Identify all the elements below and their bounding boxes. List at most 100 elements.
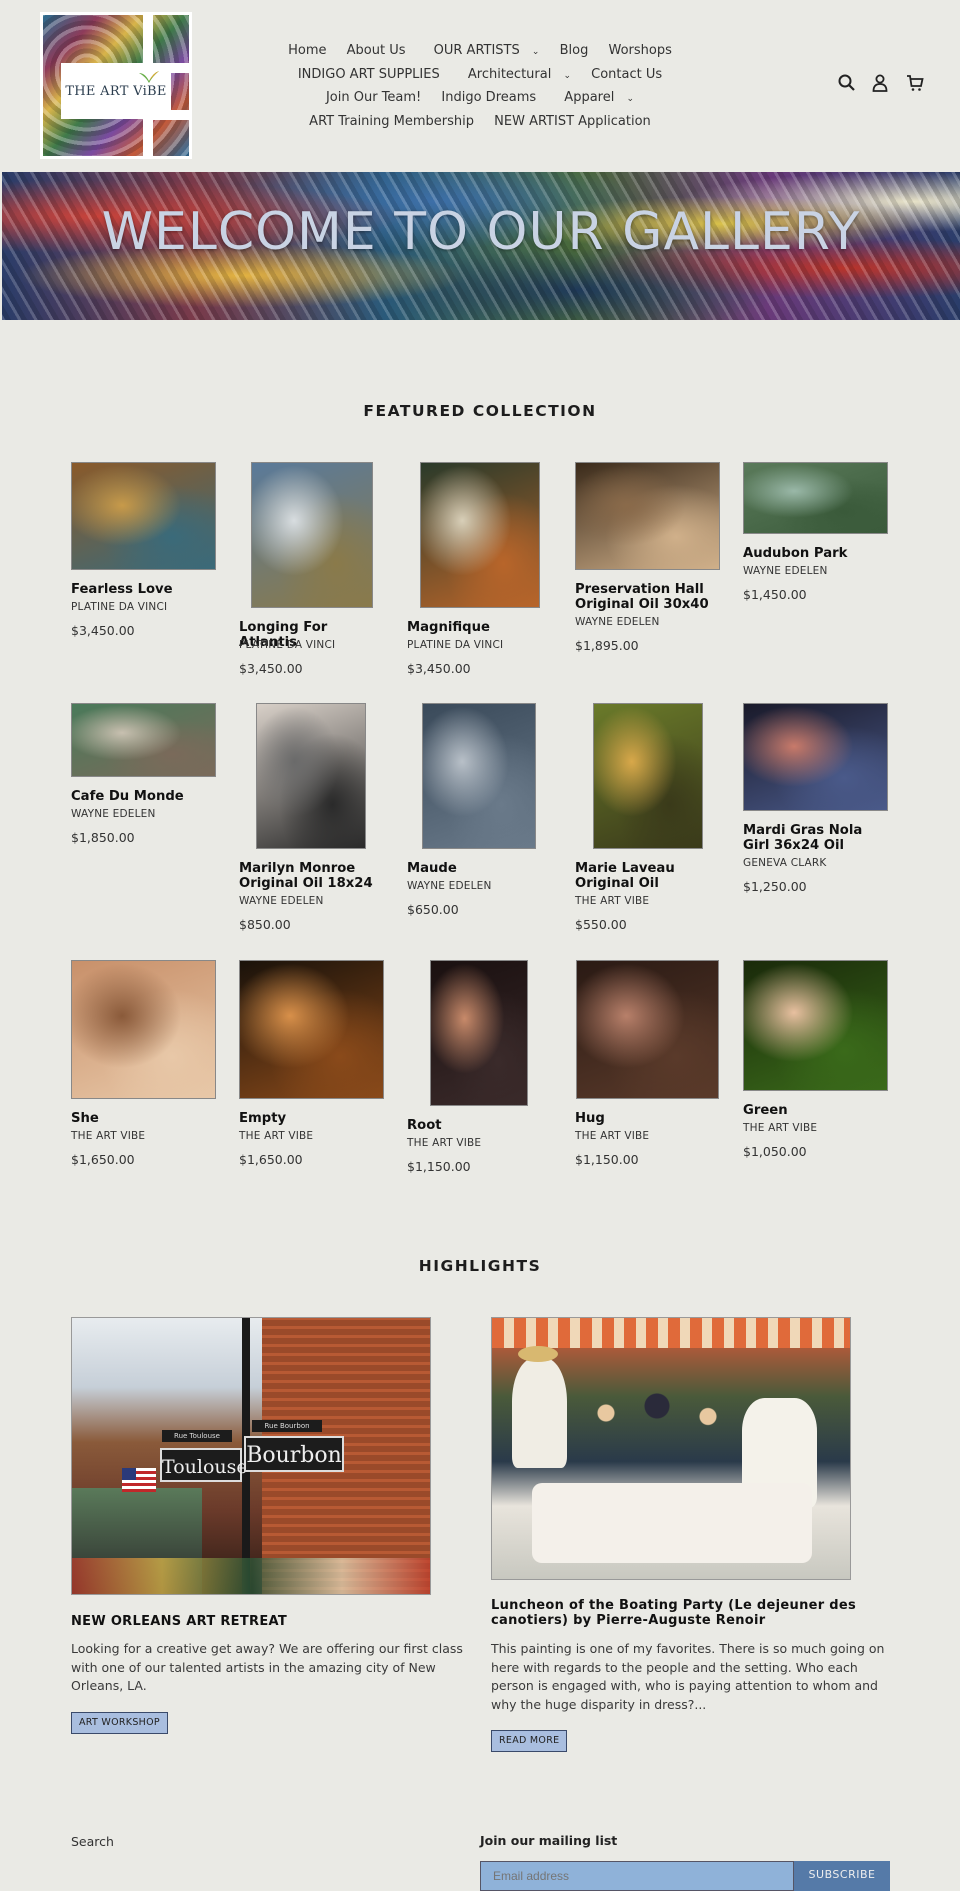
product-title[interactable]: Fearless Love [71,582,221,597]
product-image[interactable] [743,703,888,811]
logo-bird-icon [139,71,159,83]
street-sign-toulouse: Toulouse [160,1448,248,1482]
street-lights [72,1558,430,1594]
product-title[interactable]: Mardi Gras Nola Girl 36x24 Oil [743,823,893,853]
product-title[interactable]: Root [407,1118,557,1133]
hero-banner: WELCOME TO OUR GALLERY [2,172,960,320]
chevron-down-icon: ⌄ [531,47,540,57]
mailing-list-title: Join our mailing list [480,1833,618,1848]
product-price: $650.00 [407,902,459,917]
product-price: $1,450.00 [743,587,807,602]
search-icon[interactable] [838,74,856,92]
product-title[interactable]: She [71,1111,221,1126]
read-more-button[interactable]: READ MORE [491,1730,568,1752]
footer-link-search[interactable]: Search [71,1834,114,1849]
product-vendor: WAYNE EDELEN [407,880,492,892]
product-price: $1,650.00 [239,1152,303,1167]
product-image[interactable] [576,960,719,1099]
product-vendor: PLATINE DA VINCI [407,639,504,651]
product-title[interactable]: Magnifique [407,620,557,635]
nav-item-indigo-dreams[interactable]: Indigo Dreams [441,87,536,110]
product-image[interactable] [420,462,540,608]
nav-item-workshops[interactable]: Worshops [608,40,671,63]
nav-item-contact-us[interactable]: Contact Us [591,64,662,87]
product-vendor: THE ART VIBE [71,1130,146,1142]
email-input[interactable] [480,1861,794,1891]
product-title[interactable]: Audubon Park [743,546,893,561]
product-price: $1,150.00 [407,1159,471,1174]
product-vendor: PLATINE DA VINCI [239,639,336,651]
nav-item-label: OUR ARTISTS [433,43,520,58]
product-title[interactable]: Green [743,1103,893,1118]
nav-item-new-artist-application[interactable]: NEW ARTIST Application [494,111,651,134]
blog-post-title[interactable]: Luncheon of the Boating Party (Le dejeun… [491,1598,891,1628]
blog-post-title[interactable]: NEW ORLEANS ART RETREAT [71,1614,431,1629]
product-vendor: WAYNE EDELEN [575,616,660,628]
blog-post-excerpt: This painting is one of my favorites. Th… [491,1641,885,1712]
product-image[interactable] [743,462,888,534]
art-workshop-button[interactable]: ART WORKSHOP [71,1712,168,1734]
nav-item-join-our-team[interactable]: Join Our Team! [326,87,421,110]
product-image[interactable] [575,462,720,570]
product-image[interactable] [239,960,384,1099]
product-image[interactable] [251,462,373,608]
hat [518,1346,558,1362]
table [532,1483,812,1563]
product-price: $1,650.00 [71,1152,135,1167]
figure [512,1358,567,1468]
product-vendor: WAYNE EDELEN [71,808,156,820]
street-sign-small: Rue Toulouse [162,1430,232,1442]
product-image[interactable] [256,703,366,849]
product-image[interactable] [422,703,536,849]
nav-item-our-artists[interactable]: OUR ARTISTS ⌄ [426,40,540,64]
product-price: $3,450.00 [239,661,303,676]
product-title[interactable]: Hug [575,1111,725,1126]
product-vendor: PLATINE DA VINCI [71,601,168,613]
blog-post-excerpt: Looking for a creative get away? We are … [71,1641,463,1693]
featured-collection-title: FEATURED COLLECTION [363,402,597,420]
product-image[interactable] [430,960,528,1106]
highlights-title: HIGHLIGHTS [418,1257,542,1275]
product-title[interactable]: Marie Laveau Original Oil [575,861,725,891]
product-image[interactable] [71,703,216,777]
product-title[interactable]: Preservation Hall Original Oil 30x40 [575,582,725,612]
main-navigation: Home About Us OUR ARTISTS ⌄ Blog Worshop… [280,40,680,133]
nav-item-about-us[interactable]: About Us [347,40,406,63]
product-price: $1,850.00 [71,830,135,845]
subscribe-button[interactable]: SUBSCRIBE [794,1861,890,1891]
product-image[interactable] [71,462,216,570]
product-image[interactable] [71,960,216,1099]
nav-item-indigo-art-supplies[interactable]: INDIGO ART SUPPLIES [298,64,440,87]
product-title[interactable]: Cafe Du Monde [71,789,221,804]
nav-item-art-training-membership[interactable]: ART Training Membership [309,111,474,134]
product-title[interactable]: Maude [407,861,557,876]
nav-row: Join Our Team! Indigo Dreams Apparel ⌄ [280,87,680,111]
nav-item-blog[interactable]: Blog [560,40,589,63]
chevron-down-icon: ⌄ [563,70,572,81]
product-price: $1,150.00 [575,1152,639,1167]
store-logo[interactable]: THE ART ViBE [40,12,192,159]
product-title[interactable]: Marilyn Monroe Original Oil 18x24 [239,861,389,891]
logo-text: THE ART ViBE [65,83,167,99]
product-vendor: THE ART VIBE [407,1137,482,1149]
nav-item-apparel[interactable]: Apparel ⌄ [556,87,634,111]
product-vendor: GENEVA CLARK [743,857,827,869]
nav-row: Home About Us OUR ARTISTS ⌄ Blog Worshop… [280,40,680,64]
nav-row: ART Training Membership NEW ARTIST Appli… [280,111,680,134]
nav-item-architectural[interactable]: Architectural ⌄ [460,64,571,88]
nav-item-home[interactable]: Home [288,40,326,63]
blog-post-image[interactable]: Toulouse Bourbon Rue Toulouse Rue Bourbo… [71,1317,431,1595]
product-vendor: WAYNE EDELEN [239,895,324,907]
account-icon[interactable] [872,74,888,92]
awning [492,1318,850,1348]
product-vendor: THE ART VIBE [239,1130,314,1142]
street-sign-bourbon: Bourbon [244,1436,344,1472]
product-image[interactable] [743,960,888,1091]
product-image[interactable] [593,703,703,849]
blog-post-image[interactable] [491,1317,851,1580]
product-price: $1,050.00 [743,1144,807,1159]
crowd [572,1378,742,1448]
cart-icon[interactable] [906,74,924,92]
product-title[interactable]: Empty [239,1111,389,1126]
product-vendor: WAYNE EDELEN [743,565,828,577]
